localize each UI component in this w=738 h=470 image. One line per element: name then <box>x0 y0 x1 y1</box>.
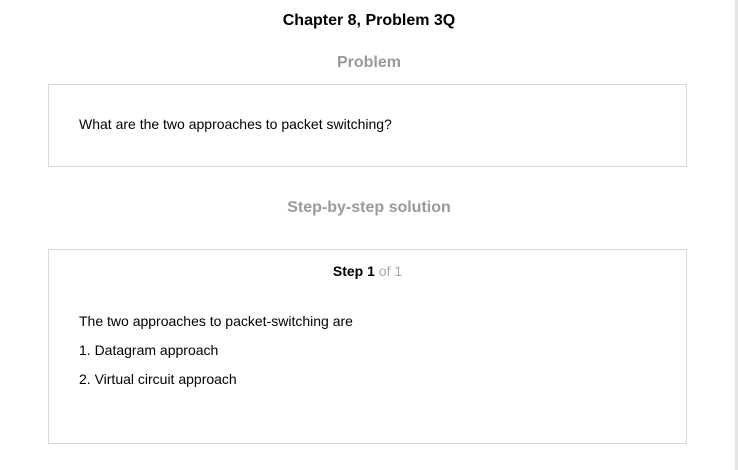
page-title: Chapter 8, Problem 3Q <box>282 12 456 29</box>
solution-heading: Step-by-step solution <box>287 199 451 216</box>
problem-heading: Problem <box>336 54 401 71</box>
step-total: of 1 <box>378 263 403 279</box>
answer-intro: The two approaches to packet-switching a… <box>79 313 353 329</box>
solution-card: Step 1 of 1 The two approaches to packet… <box>48 249 687 444</box>
problem-text: What are the two approaches to packet sw… <box>79 116 392 132</box>
step-label: Step 1 <box>333 263 379 279</box>
answer-item-virtual-circuit: 2. Virtual circuit approach <box>79 371 237 387</box>
step-counter: Step 1 of 1 <box>49 262 686 280</box>
answer-item-datagram: 1. Datagram approach <box>79 342 219 358</box>
step-number: 1 <box>367 263 375 279</box>
problem-card: What are the two approaches to packet sw… <box>48 84 687 167</box>
step-word: Step <box>332 263 364 279</box>
